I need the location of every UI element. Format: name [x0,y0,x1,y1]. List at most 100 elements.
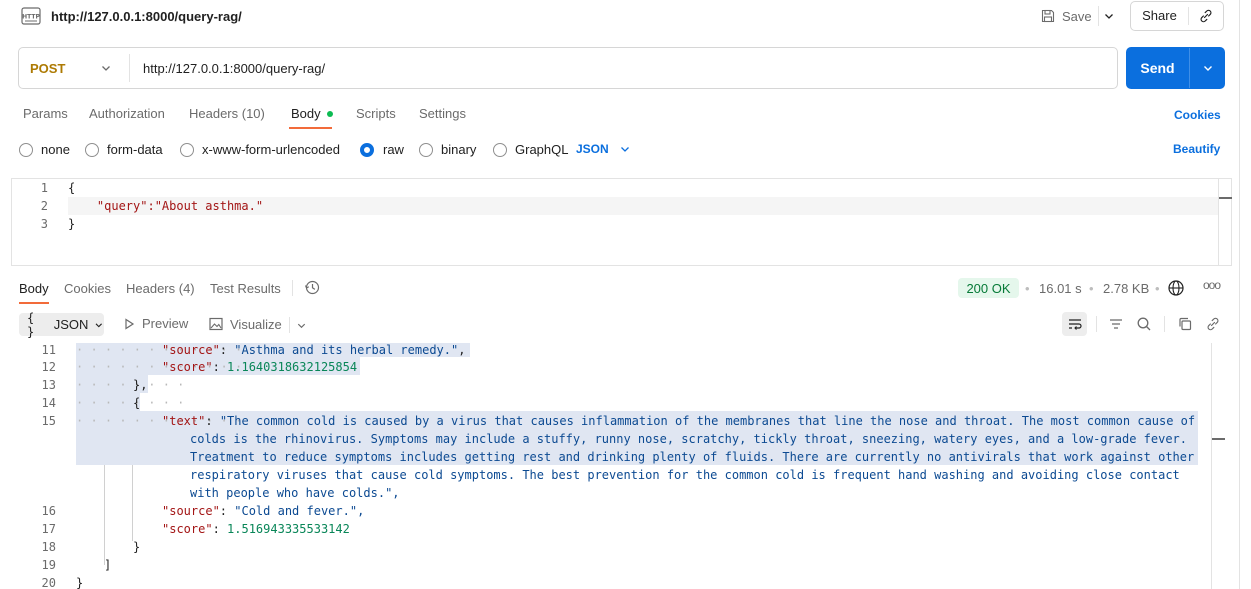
toolbar-divider [1096,316,1097,332]
copy-icon[interactable] [1176,315,1194,333]
json-key: "text" [162,414,206,428]
radio-none-label: none [41,142,70,157]
response-active-underline [19,302,49,304]
line-number: 20 [41,576,56,589]
line-number: 13 [41,378,56,392]
send-options-button[interactable] [1190,62,1225,74]
history-icon[interactable] [304,279,321,299]
language-select[interactable]: JSON [576,142,609,156]
chevron-down-icon [1104,14,1113,19]
search-icon[interactable] [1135,315,1153,333]
visualize-options-button[interactable] [289,317,307,333]
json-line: } [76,576,84,589]
share-button[interactable]: Share [1131,7,1189,25]
body-indicator-dot [326,110,333,117]
radio-form-data-label: form-data [107,142,163,157]
editor-line-1[interactable]: { [68,181,75,195]
radio-binary[interactable] [419,143,433,157]
tab-params[interactable]: Params [23,106,68,121]
response-format-select[interactable]: { } JSON [19,311,104,339]
line-number: 18 [41,540,56,554]
wrap-lines-button[interactable] [1062,312,1087,336]
editor-scroll-marker [1219,197,1232,199]
radio-none[interactable] [19,143,33,157]
line-number: 17 [41,522,56,536]
http-icon-label: HTTP [22,14,40,21]
url-input[interactable]: http://127.0.0.1:8000/query-rag/ [143,61,325,76]
tab-settings[interactable]: Settings [419,106,466,121]
json-line: "score": 1.516943335533142 [162,522,350,536]
json-string-wrapped: respiratory viruses that cause cold symp… [190,468,1180,482]
whitespace-dots: · · · · · · · · [76,378,185,392]
filter-icon[interactable] [1107,315,1125,333]
tab-authorization[interactable]: Authorization [89,106,165,121]
link-icon [1200,9,1212,23]
visualize-button[interactable]: Visualize [208,316,282,332]
cookies-link[interactable]: Cookies [1174,108,1221,122]
response-scroll-marker [1212,438,1225,440]
response-time[interactable]: 16.01 s [1039,281,1082,296]
visualize-label: Visualize [230,316,282,332]
request-body-editor[interactable] [11,178,1232,266]
response-size[interactable]: 2.78 KB [1103,281,1149,296]
save-icon [1041,9,1055,23]
save-label: Save [1062,8,1092,24]
radio-raw-label: raw [383,142,404,157]
save-button[interactable]: Save [1040,6,1092,26]
tab-scripts[interactable]: Scripts [356,106,396,121]
preview-button[interactable]: Preview [122,316,188,331]
meta-separator: • [1089,281,1094,296]
radio-urlencoded[interactable] [180,143,194,157]
share-group: Share [1130,1,1224,31]
language-chevron-down-icon[interactable] [619,143,631,158]
json-string: "Asthma and its herbal remedy." [234,343,459,357]
indent-guide [104,465,105,565]
response-tab-test-results[interactable]: Test Results [210,281,281,296]
tab-body[interactable]: Body [291,106,333,121]
response-tab-headers[interactable]: Headers (4) [126,281,195,296]
line-number: 14 [41,396,56,410]
save-options-button[interactable] [1098,6,1118,26]
json-line: } [133,540,141,554]
copy-link-button[interactable] [1189,8,1223,24]
response-scrollbar[interactable] [1211,343,1212,589]
radio-form-data[interactable] [85,143,99,157]
link-icon[interactable] [1204,315,1222,333]
chevron-down-icon [96,322,103,327]
json-key: "score" [162,360,213,374]
chevron-down-icon [1203,66,1212,71]
more-icon[interactable]: ooo [1203,278,1221,292]
status-badge[interactable]: 200 OK [958,278,1019,298]
json-number: 1.1640318632125854 [227,360,358,374]
json-key: "score" [162,522,213,536]
radio-graphql[interactable] [493,143,507,157]
editor-line-3[interactable]: } [68,217,75,231]
editor-scrollbar[interactable] [1218,179,1219,265]
json-number: 1.516943335533142 [227,522,350,536]
method-select[interactable]: POST [30,61,65,76]
toolbar-divider [1164,316,1165,332]
json-line: "source": "Asthma and its herbal remedy.… [162,343,466,357]
response-tab-cookies[interactable]: Cookies [64,281,111,296]
send-button[interactable]: Send [1126,48,1190,88]
panel-right-border [1239,0,1240,589]
editor-line-2[interactable]: "query":"About asthma." [68,199,263,213]
response-tab-divider [292,280,293,296]
response-body-viewer[interactable]: 11 12 13 14 15 16 17 18 19 20 · · · · · … [0,343,1251,589]
http-icon: HTTP [20,5,42,27]
line-number: 3 [40,217,48,231]
json-string: "The common cold is caused by a virus th… [219,414,1196,428]
play-icon [125,317,135,330]
method-chevron-down-icon[interactable] [100,62,112,77]
radio-raw[interactable] [360,143,374,157]
json-string-wrapped: Treatment to reduce symptoms includes ge… [190,450,1195,464]
beautify-button[interactable]: Beautify [1173,142,1220,156]
tab-headers[interactable]: Headers (10) [189,106,265,121]
meta-separator: • [1025,281,1030,296]
active-tab-underline [289,127,332,129]
request-title: http://127.0.0.1:8000/query-rag/ [51,9,242,24]
tab-body-label: Body [291,106,321,121]
globe-icon[interactable] [1167,279,1185,300]
response-tab-body[interactable]: Body [19,281,49,296]
json-line: "source": "Cold and fever.", [162,504,365,518]
